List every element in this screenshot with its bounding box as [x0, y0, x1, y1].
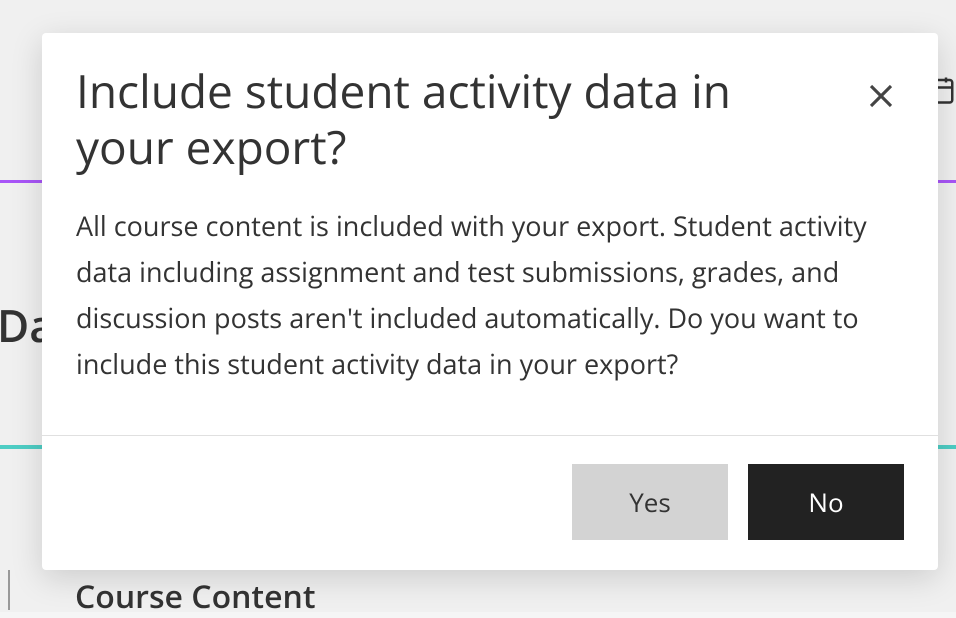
dialog-footer: Yes No	[42, 435, 938, 570]
vertical-divider	[8, 570, 10, 610]
export-dialog: Include student activity data in your ex…	[42, 33, 938, 570]
dialog-header: Include student activity data in your ex…	[42, 33, 938, 175]
no-button[interactable]: No	[748, 464, 904, 540]
dialog-title: Include student activity data in your ex…	[76, 63, 858, 175]
yes-button[interactable]: Yes	[572, 464, 728, 540]
dialog-body: All course content is included with your…	[42, 175, 938, 435]
close-button[interactable]	[858, 73, 904, 119]
close-icon	[866, 81, 896, 111]
